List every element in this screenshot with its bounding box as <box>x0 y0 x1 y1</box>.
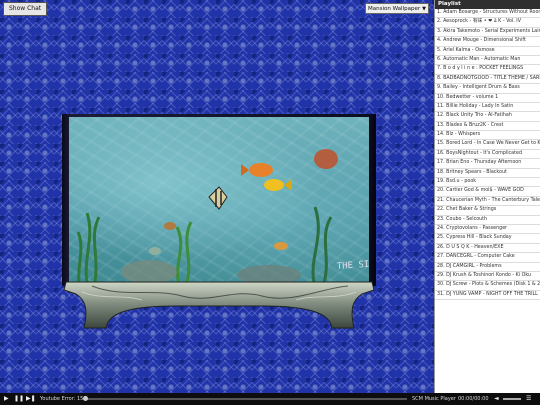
playlist-item[interactable]: 11. Billie Holiday - Lady In Satin <box>435 103 540 113</box>
playlist-panel: Playlist 1. Adam Bosarge - Structures Wi… <box>434 0 540 393</box>
playlist-item[interactable]: 24. Cryptovolans - Passenger <box>435 225 540 235</box>
playlist-item[interactable]: 13. Blades & Bruz2K - Crest <box>435 122 540 132</box>
aquarium-scene: THE SIM <box>76 149 369 283</box>
chevron-down-icon: ▼ <box>422 6 426 12</box>
aquarium-stand <box>63 281 375 329</box>
playlist-item[interactable]: 27. DANCEGRL - Computer Cake <box>435 253 540 263</box>
plant-middle <box>175 221 193 283</box>
playlist-item[interactable]: 22. Chet Baker & Strings <box>435 206 540 216</box>
playlist-list: 1. Adam Bosarge - Structures Without Roo… <box>435 9 540 301</box>
playlist-item[interactable]: 6. Automatic Man - Automatic Man <box>435 56 540 66</box>
error-text: Youtube Error: 150 <box>40 396 87 402</box>
playlist-item[interactable]: 5. Ariel Kalma - Osmose <box>435 47 540 56</box>
playlist-title: Playlist <box>435 0 540 9</box>
fish-orange <box>241 163 273 177</box>
fish-small <box>164 222 176 230</box>
playlist-item[interactable]: 16. BoysNightout - It's Complicated <box>435 150 540 160</box>
playlist-item[interactable]: 21. Chaucerian Myth - The Canterbury Tal… <box>435 197 540 207</box>
playlist-item[interactable]: 10. Bedwetter - volume 1 <box>435 94 540 103</box>
aquarium-water: THE SIM <box>69 117 369 283</box>
playlist-item[interactable]: 26. D U S Q K - Heaven/EXE <box>435 244 540 254</box>
fish-small <box>274 242 288 250</box>
playlist-item[interactable]: 4. Andrew Mouge - Dimensional Shift <box>435 37 540 47</box>
volume-slider[interactable] <box>503 398 521 400</box>
playlist-item[interactable]: 29. DJ Krush & Toshinori Kondo - Ki Oku <box>435 272 540 282</box>
playlist-item[interactable]: 7. B o d y l i n e : POCKET FEELINGS <box>435 65 540 75</box>
app-name: SCM Music Player <box>412 396 456 402</box>
seek-bar[interactable] <box>83 396 407 401</box>
playlist-item[interactable]: 1. Adam Bosarge - Structures Without Roo… <box>435 9 540 19</box>
time-display: 00:00/00:00 <box>458 396 489 402</box>
player-bar: ▶ ❚❚ ▶❚ Youtube Error: 150 SCM Music Pla… <box>0 393 540 405</box>
plant-left <box>76 212 101 283</box>
playlist-item[interactable]: 14. Blz - Whispers <box>435 131 540 141</box>
fish-angelfish <box>208 186 228 210</box>
playlist-item[interactable]: 12. Black Unity Trio - Al-Fatihah <box>435 112 540 122</box>
seek-handle[interactable] <box>83 396 88 401</box>
playlist-item[interactable]: 28. DJ CAMGIRL - Problems <box>435 263 540 272</box>
playlist-item[interactable]: 19. Bsd.u - pook <box>435 178 540 188</box>
playlist-item[interactable]: 8. BADBADNOTGOOD - TITLE THEME / SARI <box>435 75 540 85</box>
next-icon[interactable]: ▶❚ <box>26 393 36 405</box>
playlist-item[interactable]: 18. Britney Spears - Blackout <box>435 169 540 179</box>
playlist-item[interactable]: 31. DJ YUNG VAMP - NIGHT OFF THE TRILL <box>435 291 540 301</box>
pause-icon[interactable]: ❚❚ <box>14 393 24 405</box>
fish-yellow <box>264 179 292 191</box>
playlist-item[interactable]: 9. Bailey - Intelligent Drum & Bass <box>435 84 540 94</box>
playlist-toggle-icon[interactable]: ☰ <box>526 393 531 405</box>
fish-red <box>314 149 338 169</box>
playlist-item[interactable]: 2. Aesoprock - 有味 • ❤ ଌ K - Vol. IV <box>435 18 540 28</box>
show-chat-button[interactable]: Show Chat <box>3 2 48 16</box>
volume-icon[interactable]: ◄ <box>494 393 499 405</box>
plant-right <box>311 206 333 283</box>
play-icon[interactable]: ▶ <box>4 393 9 405</box>
playlist-item[interactable]: 30. DJ Screw - Plots & Schemes (Disk 1 &… <box>435 281 540 291</box>
playlist-item[interactable]: 25. Cypress Hill - Black Sunday <box>435 234 540 244</box>
tank-caption: THE SIM <box>337 259 369 272</box>
aquarium-tank: THE SIM <box>62 114 376 286</box>
playlist-item[interactable]: 17. Brian Eno - Thursday Afternoon <box>435 159 540 169</box>
playlist-item[interactable]: 3. Akira Takemoto - Serial Experiments L… <box>435 28 540 38</box>
playlist-item[interactable]: 15. Bored Lord - In Case We Never Get to… <box>435 140 540 150</box>
playlist-item[interactable]: 23. Coubo - Selcouth <box>435 216 540 225</box>
playlist-item[interactable]: 20. Cartier God & moi$ - WAVE GOD <box>435 187 540 197</box>
wallpaper-select[interactable]: Mansion Wallpaper ▼ <box>365 3 429 14</box>
wallpaper-select-value: Mansion Wallpaper <box>368 6 421 12</box>
fish-small <box>149 247 161 255</box>
